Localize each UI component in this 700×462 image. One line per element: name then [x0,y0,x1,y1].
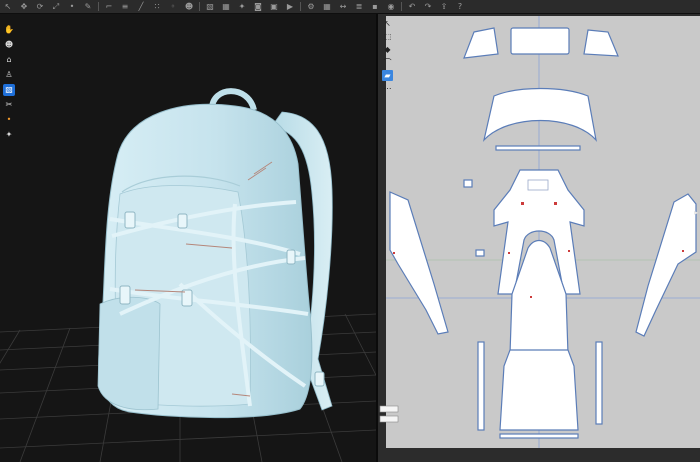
toolbar-separator [199,2,200,11]
light-icon[interactable]: ✦ [3,129,15,141]
scale-icon[interactable]: ⤢ [48,1,64,12]
3d-toolbar: ✋ ☻ ⌂ ♙ ▧ ✂ • ✦ [3,24,17,141]
figure-icon[interactable]: ♙ [3,69,15,81]
grid-icon[interactable]: ▦ [319,1,335,12]
eye-icon[interactable]: ◉ [383,1,399,12]
select-pointer-icon[interactable]: ↖ [382,18,393,29]
pattern-piece[interactable] [595,341,603,425]
toolbar-separator [300,2,301,11]
edit-point-icon[interactable]: ◆ [382,44,393,55]
garment-design-app: ↖ ✥ ⟳ ⤢ • ✎ ⌐ ≡ ╱ ∷ ◦ ☻ ▧ ▦ ✦ ◙ ▣ ▶ ⚙ ▦ ↔ ≣ ▪ ◉ ↶ ↷ ⇪? ✋ ☻ ⌂ ♙ ▧ ✂ • ✦ [0,0,700,462]
sim-icon[interactable]: ▶ [282,1,298,12]
brush-icon[interactable]: ✎ [80,1,96,12]
layer-icon[interactable]: ≣ [351,1,367,12]
toolbar-separator [98,2,99,11]
top-toolbar: ↖ ✥ ⟳ ⤢ • ✎ ⌐ ≡ ╱ ∷ ◦ ☻ ▧ ▦ ✦ ◙ ▣ ▶ ⚙ ▦ ↔ ≣ ▪ ◉ ↶ ↷ ⇪? [0,0,700,14]
toolbar-separator [401,2,402,11]
side-pocket [97,296,161,411]
button-icon[interactable]: ◦ [165,1,181,12]
zip-icon[interactable]: ∷ [149,1,165,12]
fabric-icon[interactable]: ▧ [202,1,218,12]
pattern-piece[interactable] [499,349,579,431]
2d-toolbar: ↖ ⬚ ◆ ⌒ ▰ ⋯ [382,18,395,94]
lock-icon[interactable]: ▪ [367,1,383,12]
fold-icon[interactable]: ⌐ [101,1,117,12]
export-icon[interactable]: ⇪ [436,1,452,12]
pattern-piece[interactable] [499,433,579,439]
2d-pattern-window[interactable]: ↖ ⬚ ◆ ⌒ ▰ ⋯ ▸ [378,14,700,462]
pattern-piece[interactable] [477,341,485,431]
segment-icon[interactable]: ⌒ [382,57,393,68]
hand-icon[interactable]: ✋ [3,24,15,36]
rotate-icon[interactable]: ⟳ [32,1,48,12]
3d-viewport[interactable]: ✋ ☻ ⌂ ♙ ▧ ✂ • ✦ [0,14,376,462]
expand-arrow-icon[interactable]: ▸ [694,208,698,217]
gear-icon[interactable]: ⚙ [303,1,319,12]
pattern-tool-icon[interactable]: ▰ [382,70,393,81]
render-icon[interactable]: ▣ [266,1,282,12]
camera-icon[interactable]: ◙ [250,1,266,12]
pattern-piece[interactable] [463,179,473,188]
avatar-icon[interactable]: ☻ [181,1,197,12]
help-icon[interactable]: ? [452,1,468,12]
measure-icon[interactable]: ↔ [335,1,351,12]
pattern-piece[interactable] [495,145,581,151]
hanger-icon[interactable]: ⌂ [3,54,15,66]
seam-icon[interactable]: ≡ [117,1,133,12]
2d-pattern-canvas[interactable] [378,14,700,462]
fabric-icon[interactable]: ▧ [3,84,15,96]
pattern-piece[interactable] [510,27,570,55]
texture-icon[interactable]: ▦ [218,1,234,12]
light-icon[interactable]: ✦ [234,1,250,12]
pattern-piece[interactable] [475,249,485,257]
move-icon[interactable]: ✥ [16,1,32,12]
select-icon[interactable]: ↖ [0,1,16,12]
needle-icon[interactable]: ╱ [133,1,149,12]
undo-icon[interactable]: ↶ [404,1,420,12]
redo-icon[interactable]: ↷ [420,1,436,12]
pin-icon[interactable]: • [3,114,15,126]
3d-scene[interactable] [0,14,376,462]
avatar-icon[interactable]: ☻ [3,39,15,51]
sewing-tool-icon[interactable]: ⋯ [382,83,393,94]
transform-icon[interactable]: ⬚ [382,31,393,42]
pin-icon[interactable]: • [64,1,80,12]
sew-icon[interactable]: ✂ [3,99,15,111]
